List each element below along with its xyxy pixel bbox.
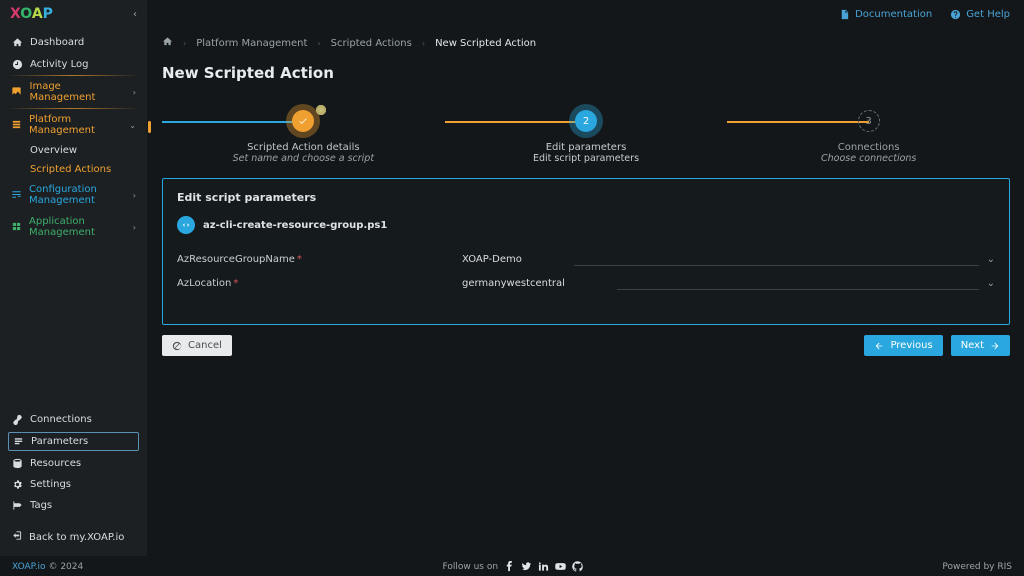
footer: XOAP.io © 2024 Follow us on Powered by R… — [0, 556, 1024, 576]
sidebar-item-label: Back to my.XOAP.io — [29, 532, 124, 543]
sidebar-link-tags[interactable]: Tags — [0, 495, 147, 516]
sidebar-link-settings[interactable]: Settings — [0, 474, 147, 495]
field-az-location: AzLocation* germanywestcentral ⌄ — [177, 276, 995, 290]
script-icon — [177, 216, 195, 234]
document-icon — [839, 9, 850, 20]
breadcrumb-scripted-actions[interactable]: Scripted Actions — [331, 38, 412, 49]
chevron-right-icon: › — [133, 88, 136, 97]
topbar: Documentation Get Help — [148, 0, 1024, 28]
footer-brand-link[interactable]: XOAP.io — [12, 562, 46, 572]
sidebar-item-application-management[interactable]: Application Management › — [0, 211, 147, 243]
topbar-documentation[interactable]: Documentation — [839, 9, 932, 20]
chevron-right-icon: › — [133, 223, 136, 232]
sidebar-collapse-icon[interactable]: ‹ — [133, 9, 137, 20]
help-icon — [950, 9, 961, 20]
clock-icon — [11, 59, 23, 71]
step-3[interactable]: 3 Connections Choose connections — [727, 110, 1010, 164]
step-number: 2 — [575, 110, 597, 132]
sidebar-item-label: Settings — [30, 479, 71, 490]
sidebar-item-platform-management[interactable]: Platform Management ⌄ — [0, 109, 147, 141]
github-icon[interactable] — [572, 561, 583, 572]
footer-social: Follow us on — [443, 561, 584, 572]
field-label: AzResourceGroupName* — [177, 254, 462, 265]
config-icon — [11, 189, 22, 201]
sidebar-item-label: Connections — [30, 414, 92, 425]
arrow-right-icon — [990, 341, 1000, 351]
image-icon — [11, 86, 23, 98]
cancel-icon — [172, 341, 182, 351]
chevron-down-icon[interactable]: ⌄ — [987, 278, 995, 289]
sidebar-item-dashboard[interactable]: Dashboard — [0, 32, 147, 54]
stepper: Scripted Action details Set name and cho… — [148, 110, 1024, 164]
check-icon — [292, 110, 314, 132]
tag-icon — [11, 500, 23, 511]
page-title: New Scripted Action — [162, 64, 1010, 82]
sidebar-link-resources[interactable]: Resources — [0, 453, 147, 474]
cancel-button[interactable]: Cancel — [162, 335, 232, 356]
field-az-resource-group-name: AzResourceGroupName* XOAP-Demo ⌄ — [177, 252, 995, 266]
topbar-get-help[interactable]: Get Help — [950, 9, 1010, 20]
brand-row: XOAP ‹ — [0, 0, 147, 28]
database-icon — [11, 458, 23, 469]
breadcrumb: › Platform Management › Scripted Actions… — [162, 28, 1010, 50]
panel-title: Edit script parameters — [177, 191, 995, 204]
sidebar-link-parameters[interactable]: Parameters — [8, 432, 139, 451]
footer-powered-by: Powered by RIS — [942, 562, 1012, 572]
sidebar-item-label: Platform Management — [29, 114, 122, 136]
next-button[interactable]: Next — [951, 335, 1010, 356]
main: Documentation Get Help › Platform Manage… — [148, 0, 1024, 556]
sidebar-item-image-management[interactable]: Image Management › — [0, 76, 147, 108]
sidebar-sub-overview[interactable]: Overview — [0, 141, 147, 160]
chevron-down-icon: ⌄ — [129, 121, 136, 130]
script-name: az-cli-create-resource-group.ps1 — [203, 220, 387, 231]
parameters-icon — [12, 436, 24, 447]
sidebar-item-label: Image Management — [30, 81, 126, 103]
gear-icon — [11, 479, 23, 490]
breadcrumb-new-scripted-action: New Scripted Action — [435, 38, 536, 49]
previous-button[interactable]: Previous — [864, 335, 942, 356]
sidebar-item-label: Configuration Management — [29, 184, 126, 206]
sidebar-item-label: Resources — [30, 458, 81, 469]
step-1[interactable]: Scripted Action details Set name and cho… — [162, 110, 445, 164]
sidebar: XOAP ‹ Dashboard Activity Log Image Mana… — [0, 0, 148, 556]
chevron-right-icon: › — [133, 191, 136, 200]
platform-icon — [11, 119, 22, 131]
youtube-icon[interactable] — [555, 561, 566, 572]
arrow-left-icon — [874, 341, 884, 351]
apps-icon — [11, 221, 22, 233]
field-value[interactable]: germanywestcentral — [462, 278, 565, 289]
brand-logo: XOAP — [10, 6, 53, 22]
sidebar-item-configuration-management[interactable]: Configuration Management › — [0, 179, 147, 211]
facebook-icon[interactable] — [504, 561, 515, 572]
sidebar-back-link[interactable]: Back to my.XOAP.io — [0, 518, 147, 556]
sidebar-item-label: Application Management — [29, 216, 126, 238]
step-number: 3 — [858, 110, 880, 132]
twitter-icon[interactable] — [521, 561, 532, 572]
field-value[interactable]: XOAP-Demo — [462, 254, 522, 265]
script-row: az-cli-create-resource-group.ps1 — [177, 216, 995, 234]
footer-copyright: XOAP.io © 2024 — [12, 562, 83, 572]
sidebar-item-label: Parameters — [31, 436, 88, 447]
field-label: AzLocation* — [177, 278, 462, 289]
breadcrumb-platform-management[interactable]: Platform Management — [196, 38, 307, 49]
sidebar-item-label: Tags — [30, 500, 52, 511]
sidebar-item-label: Dashboard — [30, 37, 84, 48]
home-icon[interactable] — [162, 36, 173, 50]
link-icon — [11, 414, 23, 425]
home-icon — [11, 37, 23, 49]
linkedin-icon[interactable] — [538, 561, 549, 572]
step-2[interactable]: 2 Edit parameters Edit script parameters — [445, 110, 728, 164]
sidebar-sub-scripted-actions[interactable]: Scripted Actions — [0, 160, 147, 179]
chevron-down-icon[interactable]: ⌄ — [987, 254, 995, 265]
sidebar-link-connections[interactable]: Connections — [0, 409, 147, 430]
sidebar-item-activity-log[interactable]: Activity Log — [0, 54, 147, 76]
sidebar-item-label: Activity Log — [30, 59, 88, 70]
edit-parameters-panel: Edit script parameters az-cli-create-res… — [162, 178, 1010, 325]
logout-icon — [11, 530, 22, 544]
